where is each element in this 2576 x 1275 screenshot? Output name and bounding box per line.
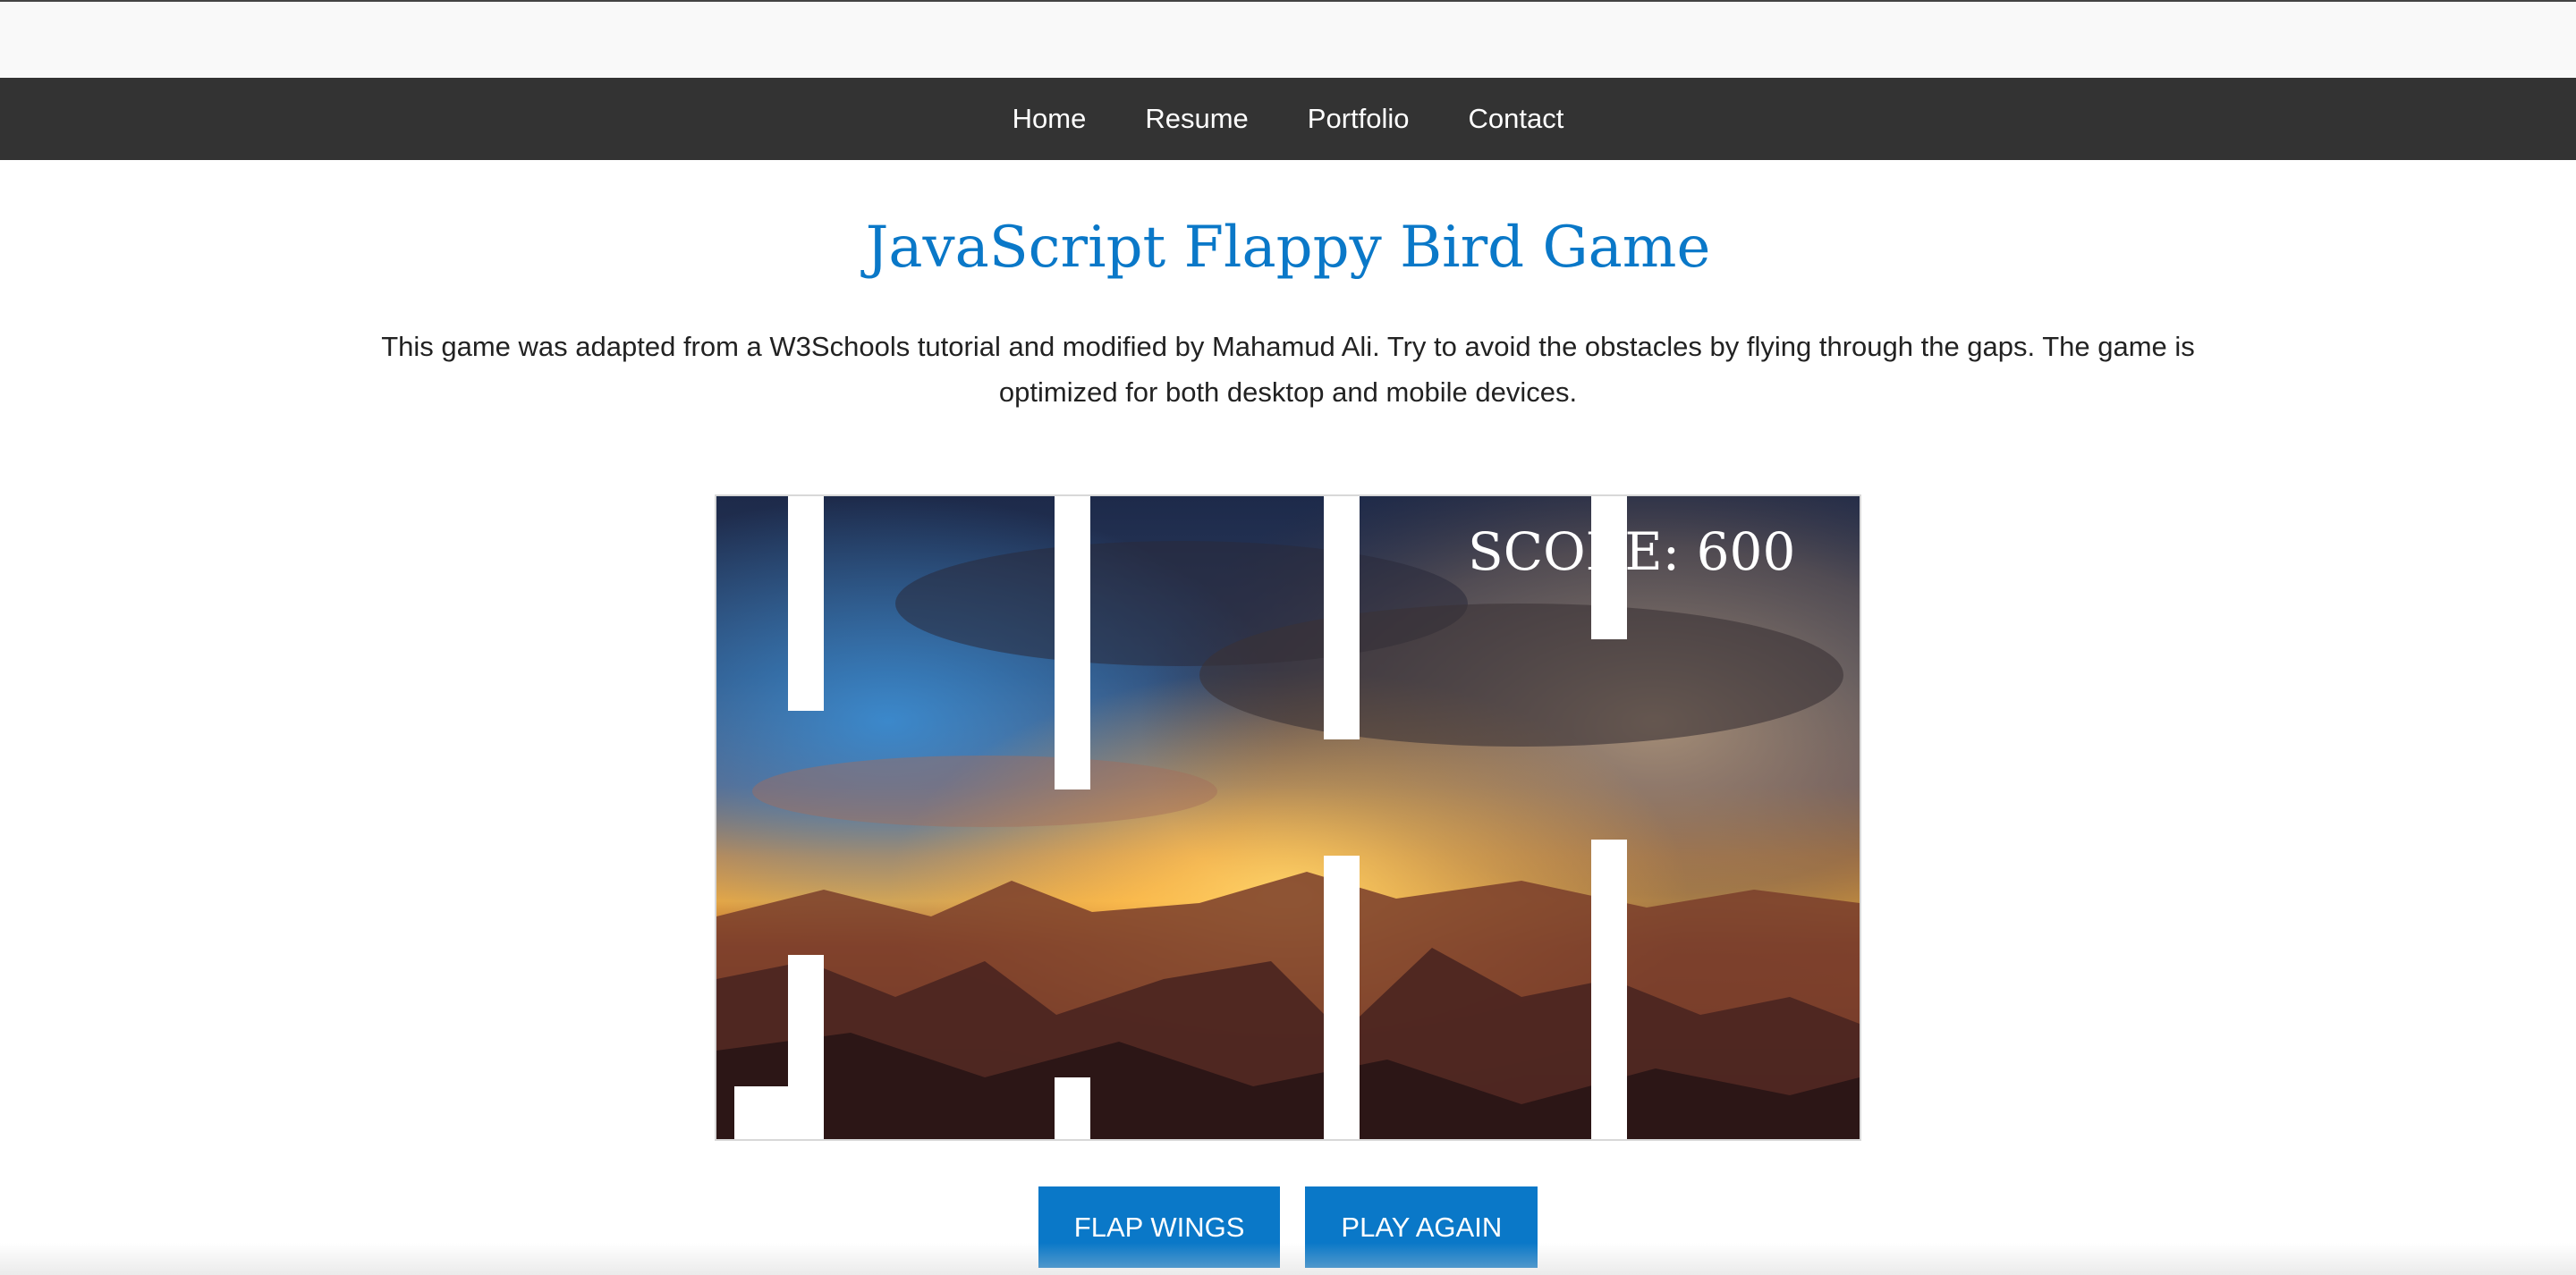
nav-resume-link[interactable]: Resume — [1145, 103, 1248, 135]
main-nav: Home Resume Portfolio Contact — [0, 78, 2576, 160]
flap-wings-button[interactable]: FLAP WINGS — [1038, 1186, 1281, 1268]
obstacle-ledge — [734, 1086, 788, 1139]
play-again-button[interactable]: PLAY AGAIN — [1305, 1186, 1538, 1268]
obstacle-top-4 — [1591, 496, 1627, 639]
nav-portfolio-link[interactable]: Portfolio — [1308, 103, 1410, 135]
obstacle-bottom-1 — [788, 955, 824, 1139]
page-title: JavaScript Flappy Bird Game — [865, 215, 1711, 281]
obstacle-top-3 — [1324, 496, 1360, 739]
page-description: This game was adapted from a W3Schools t… — [381, 331, 2195, 408]
browser-top-bar — [0, 0, 2576, 78]
obstacle-bottom-3 — [1324, 856, 1360, 1139]
obstacle-bottom-2 — [1055, 1077, 1090, 1139]
obstacle-top-2 — [1055, 496, 1090, 789]
obstacle-top-1 — [788, 496, 824, 711]
game-background — [716, 496, 1860, 1139]
nav-home-link[interactable]: Home — [1013, 103, 1087, 135]
obstacle-bottom-4 — [1591, 840, 1627, 1139]
nav-contact-link[interactable]: Contact — [1469, 103, 1564, 135]
score-text: SCORE: 600 — [1468, 521, 1796, 582]
game-canvas-frame[interactable]: SCORE: 600 — [715, 494, 1861, 1141]
game-controls: FLAP WINGS PLAY AGAIN — [0, 1186, 2576, 1268]
